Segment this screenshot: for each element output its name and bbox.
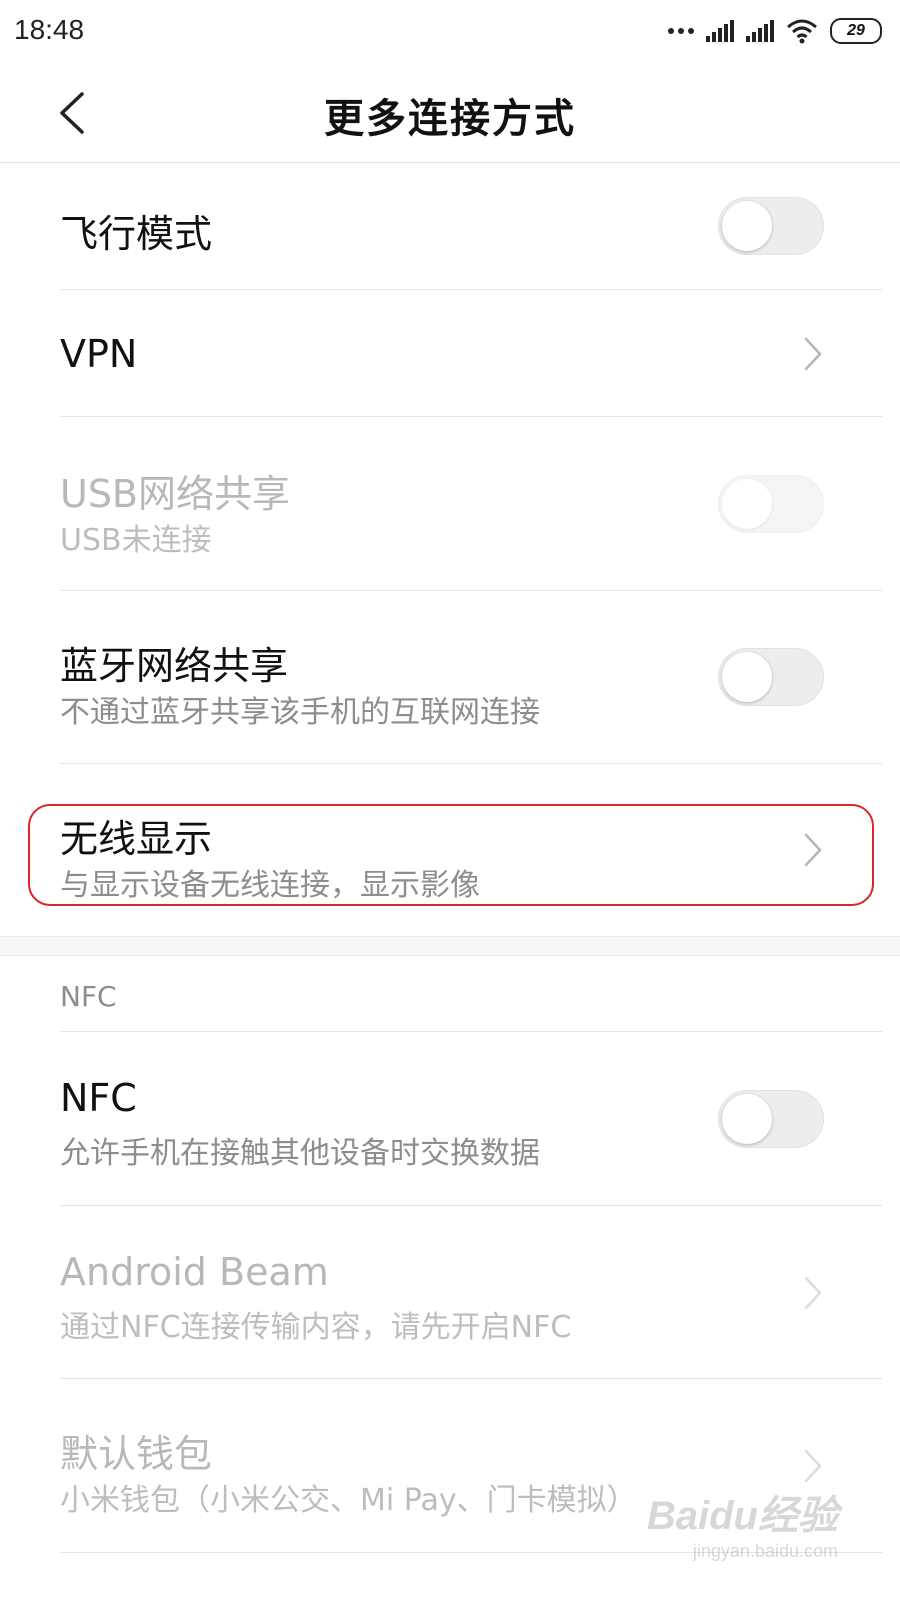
row-subtitle: 小米钱包（小米公交、Mi Pay、门卡模拟） — [60, 1483, 637, 1518]
toggle-knob — [722, 652, 772, 702]
row-subtitle: 允许手机在接触其他设备时交换数据 — [60, 1136, 540, 1171]
row-title: NFC — [60, 1076, 137, 1120]
chevron-right-icon — [804, 1449, 822, 1483]
signal-icon-2 — [746, 20, 774, 42]
toggle-knob — [722, 201, 772, 251]
list-item-vpn[interactable]: VPN — [0, 290, 882, 417]
watermark-sub: jingyan.baidu.com — [692, 1541, 838, 1561]
more-dots-icon — [668, 28, 694, 34]
bluetooth-tethering-toggle[interactable] — [718, 648, 824, 706]
toggle-knob — [722, 1094, 772, 1144]
status-time: 18:48 — [14, 14, 85, 45]
usb-tethering-toggle — [718, 475, 824, 533]
list-item-android-beam: Android Beam 通过NFC连接传输内容，请先开启NFC — [0, 1206, 882, 1379]
row-subtitle: USB未连接 — [60, 523, 212, 558]
row-subtitle: 不通过蓝牙共享该手机的互联网连接 — [60, 695, 540, 730]
list-item-usb-tethering: USB网络共享 USB未连接 — [0, 417, 882, 591]
list-item-airplane-mode[interactable]: 飞行模式 — [0, 163, 882, 290]
battery-icon: 29 — [830, 18, 882, 44]
nfc-toggle[interactable] — [718, 1090, 824, 1148]
signal-icon — [706, 20, 734, 42]
row-subtitle: 通过NFC连接传输内容，请先开启NFC — [60, 1310, 572, 1345]
header: 更多连接方式 — [0, 60, 900, 163]
row-title: USB网络共享 — [60, 472, 291, 516]
airplane-mode-toggle[interactable] — [718, 197, 824, 255]
list-item-nfc[interactable]: NFC 允许手机在接触其他设备时交换数据 — [0, 1032, 882, 1206]
row-title: 默认钱包 — [60, 1432, 213, 1476]
row-title: Android Beam — [60, 1250, 329, 1294]
page-title: 更多连接方式 — [324, 96, 576, 142]
section-label-nfc: NFC — [60, 980, 117, 1013]
row-title: 飞行模式 — [60, 212, 213, 256]
section-separator — [0, 936, 900, 956]
chevron-right-icon — [804, 337, 822, 371]
row-title: 蓝牙网络共享 — [60, 644, 289, 688]
row-title: VPN — [60, 332, 138, 376]
watermark-main: Baidu经验 — [646, 1494, 838, 1538]
baidu-watermark: Baidu经验 jingyan.baidu.com — [647, 1483, 838, 1562]
status-icons: 29 — [668, 16, 882, 46]
toggle-knob — [722, 479, 772, 529]
highlight-frame — [28, 804, 874, 906]
list-item-bluetooth-tethering[interactable]: 蓝牙网络共享 不通过蓝牙共享该手机的互联网连接 — [0, 591, 882, 764]
status-bar: 18:48 29 — [0, 0, 900, 60]
wifi-icon — [787, 19, 817, 44]
chevron-right-icon — [804, 1276, 822, 1310]
